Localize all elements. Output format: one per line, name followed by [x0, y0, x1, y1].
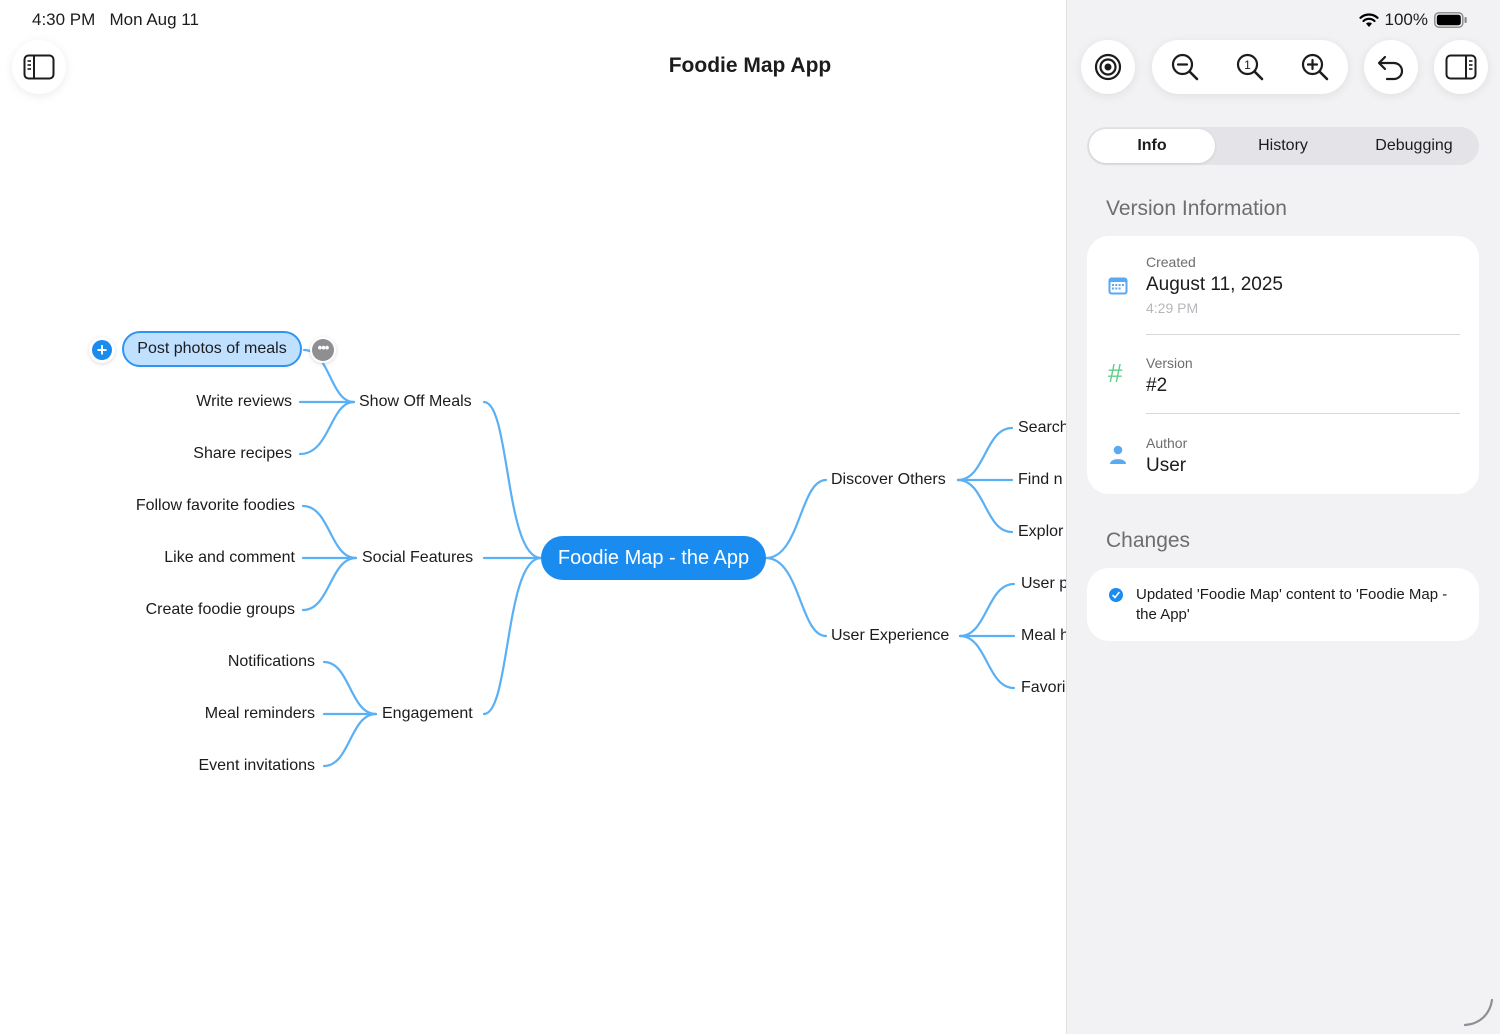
change-item: Updated 'Foodie Map' content to 'Foodie …	[1136, 586, 1448, 623]
inspector-panel-icon	[1445, 54, 1477, 80]
ellipsis-icon: •••	[312, 339, 334, 361]
branch-node-user-experience[interactable]: User Experience	[831, 626, 949, 646]
leaf-node-write-reviews[interactable]: Write reviews	[196, 392, 292, 412]
inspector-toggle-button[interactable]	[1434, 40, 1488, 94]
leaf-node-find[interactable]: Find n	[1018, 470, 1062, 490]
mindmap-canvas[interactable]: Foodie Map - the App Show Off Meals Soci…	[0, 0, 1066, 1034]
divider	[1146, 334, 1460, 335]
tab-history[interactable]: History	[1219, 129, 1347, 163]
branch-node-discover-others[interactable]: Discover Others	[831, 470, 946, 490]
created-label: Created	[1146, 254, 1196, 270]
version-label: Version	[1146, 355, 1193, 371]
sidebar-icon	[23, 54, 55, 80]
version-info-card: Created August 11, 2025 4:29 PM # Versio…	[1087, 236, 1479, 494]
changes-card: Updated 'Foodie Map' content to 'Foodie …	[1087, 568, 1479, 641]
version-value: #2	[1146, 375, 1168, 396]
leaf-node-favorites[interactable]: Favori	[1021, 678, 1065, 698]
zoom-in-icon[interactable]	[1300, 52, 1330, 82]
add-node-button[interactable]: +	[89, 337, 115, 363]
focus-button[interactable]	[1081, 40, 1135, 94]
hash-icon: #	[1108, 358, 1123, 388]
branch-node-show-off-meals[interactable]: Show Off Meals	[359, 392, 472, 412]
resize-handle-icon[interactable]	[1462, 998, 1496, 1028]
tab-info[interactable]: Info	[1089, 129, 1215, 163]
person-icon	[1110, 445, 1126, 464]
zoom-actual-size-icon[interactable]: 1	[1235, 52, 1265, 82]
branch-node-social-features[interactable]: Social Features	[362, 548, 473, 568]
status-time-date: 4:30 PM Mon Aug 11	[32, 10, 199, 30]
zoom-out-icon[interactable]	[1170, 52, 1200, 82]
leaf-node-notifications[interactable]: Notifications	[228, 652, 315, 672]
author-value: User	[1146, 455, 1187, 476]
changes-section-title: Changes	[1106, 529, 1191, 552]
leaf-node-user[interactable]: User p	[1021, 574, 1066, 594]
svg-text:1: 1	[1244, 58, 1251, 72]
created-date: August 11, 2025	[1146, 274, 1283, 295]
sidebar-toggle-button[interactable]	[12, 40, 66, 94]
leaf-node-explore[interactable]: Explor	[1018, 522, 1063, 542]
leaf-node-search[interactable]: Search	[1018, 418, 1066, 438]
battery-icon	[1434, 12, 1467, 28]
mindmap-connectors	[298, 348, 1016, 768]
plus-icon: +	[92, 340, 112, 360]
author-label: Author	[1146, 435, 1188, 451]
focus-target-icon	[1094, 53, 1122, 81]
central-node[interactable]: Foodie Map - the App	[541, 536, 766, 580]
document-title: Foodie Map App	[668, 54, 832, 77]
leaf-node-event-invitations[interactable]: Event invitations	[198, 756, 315, 776]
selected-node-post-photos[interactable]: Post photos of meals	[122, 331, 302, 367]
inspector-tabs: Info History Debugging	[1087, 127, 1479, 165]
wifi-icon	[1358, 12, 1379, 27]
status-indicators: 100%	[1358, 10, 1468, 30]
leaf-node-create-groups[interactable]: Create foodie groups	[146, 600, 295, 620]
leaf-node-share-recipes[interactable]: Share recipes	[193, 444, 292, 464]
status-date: Mon Aug 11	[109, 10, 199, 29]
tab-debugging[interactable]: Debugging	[1351, 129, 1477, 163]
zoom-controls: 1	[1152, 40, 1348, 94]
created-time: 4:29 PM	[1146, 300, 1199, 316]
node-options-button[interactable]: •••	[310, 337, 336, 363]
branch-node-engagement[interactable]: Engagement	[382, 704, 473, 724]
leaf-node-meal-reminders[interactable]: Meal reminders	[205, 704, 315, 724]
leaf-node-like-comment[interactable]: Like and comment	[164, 548, 295, 568]
version-section-title: Version Information	[1106, 197, 1287, 220]
status-time: 4:30 PM	[32, 10, 96, 29]
checkmark-icon	[1109, 588, 1123, 602]
divider	[1146, 413, 1460, 414]
battery-percent: 100%	[1384, 10, 1428, 29]
leaf-node-meal[interactable]: Meal h	[1021, 626, 1066, 646]
undo-icon	[1377, 55, 1404, 81]
leaf-node-follow-foodies[interactable]: Follow favorite foodies	[136, 496, 295, 516]
calendar-icon	[1108, 277, 1128, 295]
undo-button[interactable]	[1364, 40, 1418, 94]
